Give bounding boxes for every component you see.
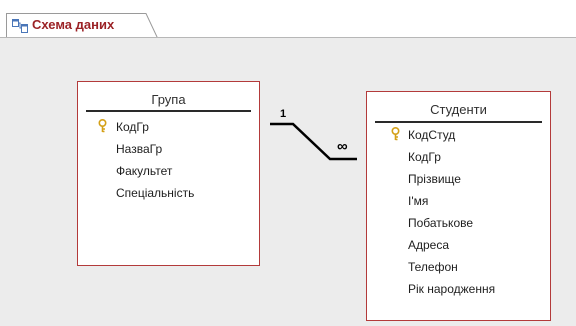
relationship-many-label: ∞ xyxy=(337,138,348,155)
relationships-icon xyxy=(12,19,28,33)
tab-relationships[interactable]: Схема даних xyxy=(6,13,158,38)
tab-label: Схема даних xyxy=(32,17,115,32)
relationships-canvas[interactable]: Група КодГр НазваГр Факультет Спеціальні… xyxy=(0,37,576,326)
document-tab-strip: Схема даних xyxy=(0,0,576,38)
relationship-line[interactable] xyxy=(0,38,576,326)
relationship-one-label: 1 xyxy=(280,108,287,120)
